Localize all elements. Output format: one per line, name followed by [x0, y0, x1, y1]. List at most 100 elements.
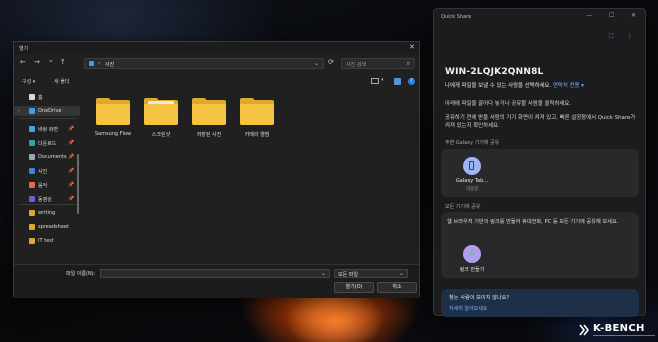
refresh-icon[interactable]: ⟳: [328, 58, 334, 66]
instructions: 아래에 파일을 끌어다 놓거나 공유할 사람을 클릭하세요. 공유하기 전에 받…: [445, 100, 639, 130]
folder-item[interactable]: Samsung Flow: [92, 98, 134, 144]
chevron-down-icon[interactable]: ⌄: [321, 270, 326, 277]
forward-arrow-icon[interactable]: →: [34, 58, 40, 66]
navigation-pane: 홈 › OneDrive 바탕 화면 📌 다운로드 📌 Documents 📌 사진 📌 음악 📌 동영상…: [14, 90, 80, 260]
new-folder-button[interactable]: 새 폴더: [54, 78, 69, 85]
folder-item[interactable]: 스크린샷: [140, 98, 182, 144]
music-icon: [29, 182, 35, 188]
visibility-text: 나에게 파일을 보낼 수 있는 사람을 선택하세요. 연락처 전용 ▾: [445, 81, 584, 89]
download-icon: [29, 140, 35, 146]
filename-label: 파일 이름(N):: [66, 271, 96, 277]
cloud-icon: [29, 108, 35, 114]
device-status: 대용량: [465, 187, 479, 192]
chevron-down-icon[interactable]: ⌄: [314, 60, 319, 67]
folder-icon: [29, 210, 35, 216]
share-link-description: 웹 브라우저 기반의 링크를 만들어 휴대전화, PC 등 모든 기기에 공유해…: [447, 219, 619, 225]
open-button[interactable]: 열기(O): [334, 282, 374, 293]
breadcrumb-current[interactable]: 사진: [105, 61, 114, 68]
pin-icon: 📌: [68, 182, 75, 188]
sidebar-item[interactable]: IT test: [14, 236, 80, 246]
instruction-line-1: 아래에 파일을 끌어다 놓거나 공유할 사람을 클릭하세요.: [445, 101, 572, 107]
tablet-icon[interactable]: [463, 157, 481, 175]
search-placeholder: 사진 검색: [346, 62, 366, 68]
sidebar-item-label: 홈: [38, 95, 43, 101]
watermark-text: K-BENCH: [593, 323, 645, 334]
picture-icon: [29, 168, 35, 174]
minimize-icon[interactable]: —: [586, 12, 592, 19]
sidebar-item-label: 동영상: [38, 197, 52, 203]
dialog-title: 열기: [19, 46, 29, 52]
back-arrow-icon[interactable]: ←: [20, 58, 26, 66]
help-icon[interactable]: ?: [408, 78, 415, 85]
sidebar-item[interactable]: Documents 📌: [14, 152, 80, 162]
filename-input[interactable]: ⌄: [100, 269, 330, 278]
search-input[interactable]: 사진 검색 ⌕: [341, 58, 415, 69]
sidebar-item-label: Documents: [38, 154, 67, 160]
organize-menu-button[interactable]: 구성 ▾: [22, 78, 35, 85]
cancel-button[interactable]: 취소: [377, 282, 417, 293]
folder-icon: [192, 104, 226, 125]
sidebar-item[interactable]: 사진 📌: [14, 166, 80, 176]
navigation-bar: ← → ⌄ ↑ › 사진 ⌄ ⟳ 사진 검색 ⌕: [14, 56, 419, 70]
preview-pane-icon[interactable]: [394, 78, 401, 85]
divider: [19, 118, 77, 119]
sidebar-item-label: IT test: [38, 238, 54, 244]
sidebar-item-label: spreadsheet: [38, 224, 69, 230]
more-options-icon[interactable]: ⋮: [627, 33, 633, 40]
desktop-icon: [29, 126, 35, 132]
kbench-watermark: K-BENCH: [578, 322, 656, 340]
sidebar-item-label: 음악: [38, 183, 48, 189]
close-icon[interactable]: ✕: [409, 43, 415, 51]
help-card: 찾는 사람이 보이지 않나요? 자세히 알아보세요: [441, 289, 639, 317]
create-link-button[interactable]: 링크 만들기: [451, 266, 493, 273]
help-title: 찾는 사람이 보이지 않나요?: [449, 295, 510, 301]
pin-icon: 📌: [68, 196, 75, 202]
dialog-footer: 파일 이름(N): ⌄ 모든 파일 ⌄ 열기(O) 취소: [14, 264, 419, 298]
sidebar-item-label: writing: [38, 210, 56, 216]
window-title: Quick Share: [441, 14, 472, 20]
sidebar-item[interactable]: 동영상 📌: [14, 194, 80, 204]
up-arrow-icon[interactable]: ↑: [60, 58, 66, 66]
recent-locations-chevron-icon[interactable]: ⌄: [48, 56, 54, 64]
sidebar-item[interactable]: spreadsheet: [14, 222, 80, 232]
folder-item[interactable]: 저장된 사진: [188, 98, 230, 144]
sidebar-item[interactable]: 음악 📌: [14, 180, 80, 190]
learn-more-link[interactable]: 자세히 알아보세요: [449, 305, 487, 312]
maximize-icon[interactable]: ☐: [609, 12, 614, 19]
chevron-down-icon[interactable]: ▾: [381, 77, 384, 83]
expand-icon[interactable]: ⛶: [609, 33, 613, 41]
folder-label: 카메라 앨범: [244, 132, 270, 138]
file-type-select[interactable]: 모든 파일 ⌄: [334, 269, 408, 278]
sidebar-item-label: OneDrive: [38, 108, 62, 114]
sidebar-item[interactable]: writing: [14, 208, 80, 218]
chevron-right-icon[interactable]: ›: [18, 108, 20, 114]
visibility-label: 나에게 파일을 보낼 수 있는 사람을 선택하세요.: [445, 83, 552, 89]
video-icon: [29, 196, 35, 202]
nearby-devices-card: Galaxy Tab... 대용량: [441, 149, 639, 197]
sidebar-item[interactable]: 다운로드 📌: [14, 138, 80, 148]
folder-item[interactable]: 카메라 앨범: [236, 98, 278, 144]
pin-icon: 📌: [68, 140, 75, 146]
dialog-titlebar: 열기 ✕: [14, 42, 419, 54]
breadcrumb-separator-icon: ›: [98, 60, 101, 67]
address-bar[interactable]: › 사진 ⌄: [84, 58, 324, 69]
sidebar-item-label: 사진: [38, 169, 48, 175]
file-type-value: 모든 파일: [338, 272, 358, 278]
folder-icon: [29, 238, 35, 244]
folder-icon: [96, 104, 130, 125]
file-list: Samsung Flow 스크린샷 저장된 사진카메라 앨범: [84, 90, 414, 260]
sidebar-item[interactable]: › OneDrive: [14, 106, 80, 116]
link-icon[interactable]: 🔗: [463, 245, 481, 263]
all-devices-section-title: 모든 기기에 공유: [445, 204, 481, 210]
sidebar-scrollbar[interactable]: [77, 154, 79, 214]
device-name-label[interactable]: Galaxy Tab...: [451, 178, 493, 184]
view-options-icon[interactable]: [371, 78, 379, 84]
sidebar-item[interactable]: 홈: [14, 92, 80, 102]
close-icon[interactable]: ✕: [631, 12, 636, 19]
watermark-underline: [593, 335, 655, 336]
sidebar-item[interactable]: 바탕 화면 📌: [14, 124, 80, 134]
pin-icon: 📌: [68, 168, 75, 174]
sidebar-item-label: 다운로드: [38, 141, 57, 147]
folder-icon: [240, 104, 274, 125]
visibility-dropdown[interactable]: 연락처 전용 ▾: [553, 83, 584, 89]
